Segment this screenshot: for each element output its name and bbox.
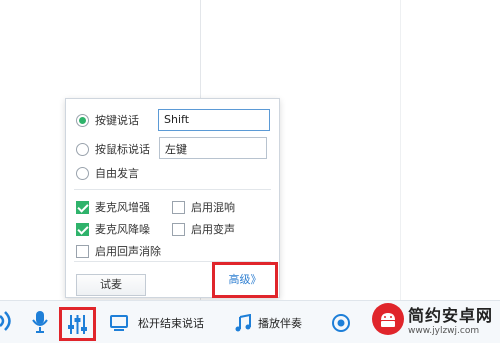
mixer-settings-button[interactable] [59, 307, 96, 341]
mouse-talk-label: 按鼠标说话 [95, 143, 150, 156]
mic-noise-label: 麦克风降噪 [95, 223, 150, 236]
play-accompaniment-label: 播放伴奏 [258, 317, 302, 330]
play-accompaniment[interactable]: 播放伴奏 [234, 308, 302, 338]
key-talk-option[interactable]: 按键说话 [76, 112, 139, 128]
reverb-option[interactable]: 启用混响 [172, 199, 235, 215]
release-end-talk-label: 松开结束说话 [138, 317, 204, 330]
volume-icon[interactable] [0, 306, 14, 336]
watermark-logo: 简约安卓网 www.jylzwj.com [372, 302, 493, 336]
android-logo-icon [372, 303, 404, 335]
mouse-talk-radio[interactable] [76, 142, 89, 156]
key-talk-radio[interactable] [76, 113, 89, 127]
reverb-checkbox[interactable] [172, 200, 185, 214]
key-talk-label: 按键说话 [95, 114, 139, 127]
background-divider-right [400, 0, 401, 300]
echo-cancel-label: 启用回声消除 [95, 245, 161, 258]
record-icon[interactable] [331, 308, 351, 338]
panel-divider [74, 189, 271, 190]
voice-change-option[interactable]: 启用变声 [172, 221, 235, 237]
mouse-talk-input[interactable]: 左键 [159, 137, 267, 159]
mic-noise-checkbox[interactable] [76, 222, 89, 236]
watermark-title: 简约安卓网 [408, 306, 494, 325]
test-mic-button[interactable]: 试麦 [76, 274, 146, 296]
mic-boost-label: 麦克风增强 [95, 201, 150, 214]
screen-icon [110, 315, 128, 331]
mic-boost-checkbox[interactable] [76, 200, 89, 214]
music-note-icon [235, 314, 251, 332]
free-talk-option[interactable]: 自由发言 [76, 165, 139, 181]
watermark-url: www.jylzwj.com [408, 326, 480, 336]
voice-change-label: 启用变声 [191, 223, 235, 236]
key-talk-input[interactable]: Shift [158, 109, 270, 131]
microphone-icon[interactable] [31, 306, 49, 336]
mic-boost-option[interactable]: 麦克风增强 [76, 199, 150, 215]
echo-cancel-option[interactable]: 启用回声消除 [76, 243, 161, 259]
advanced-link[interactable]: 高级》 [212, 262, 278, 298]
mic-noise-option[interactable]: 麦克风降噪 [76, 221, 150, 237]
release-end-talk[interactable]: 松开结束说话 [110, 308, 204, 338]
mixer-icon [68, 315, 87, 334]
free-talk-radio[interactable] [76, 166, 89, 180]
voice-change-checkbox[interactable] [172, 222, 185, 236]
reverb-label: 启用混响 [191, 201, 235, 214]
echo-cancel-checkbox[interactable] [76, 244, 89, 258]
voice-settings-panel: 按键说话 Shift 按鼠标说话 左键 自由发言 麦克风增强 启用混响 麦克风降… [65, 98, 280, 298]
mouse-talk-option[interactable]: 按鼠标说话 [76, 141, 150, 157]
free-talk-label: 自由发言 [95, 167, 139, 180]
